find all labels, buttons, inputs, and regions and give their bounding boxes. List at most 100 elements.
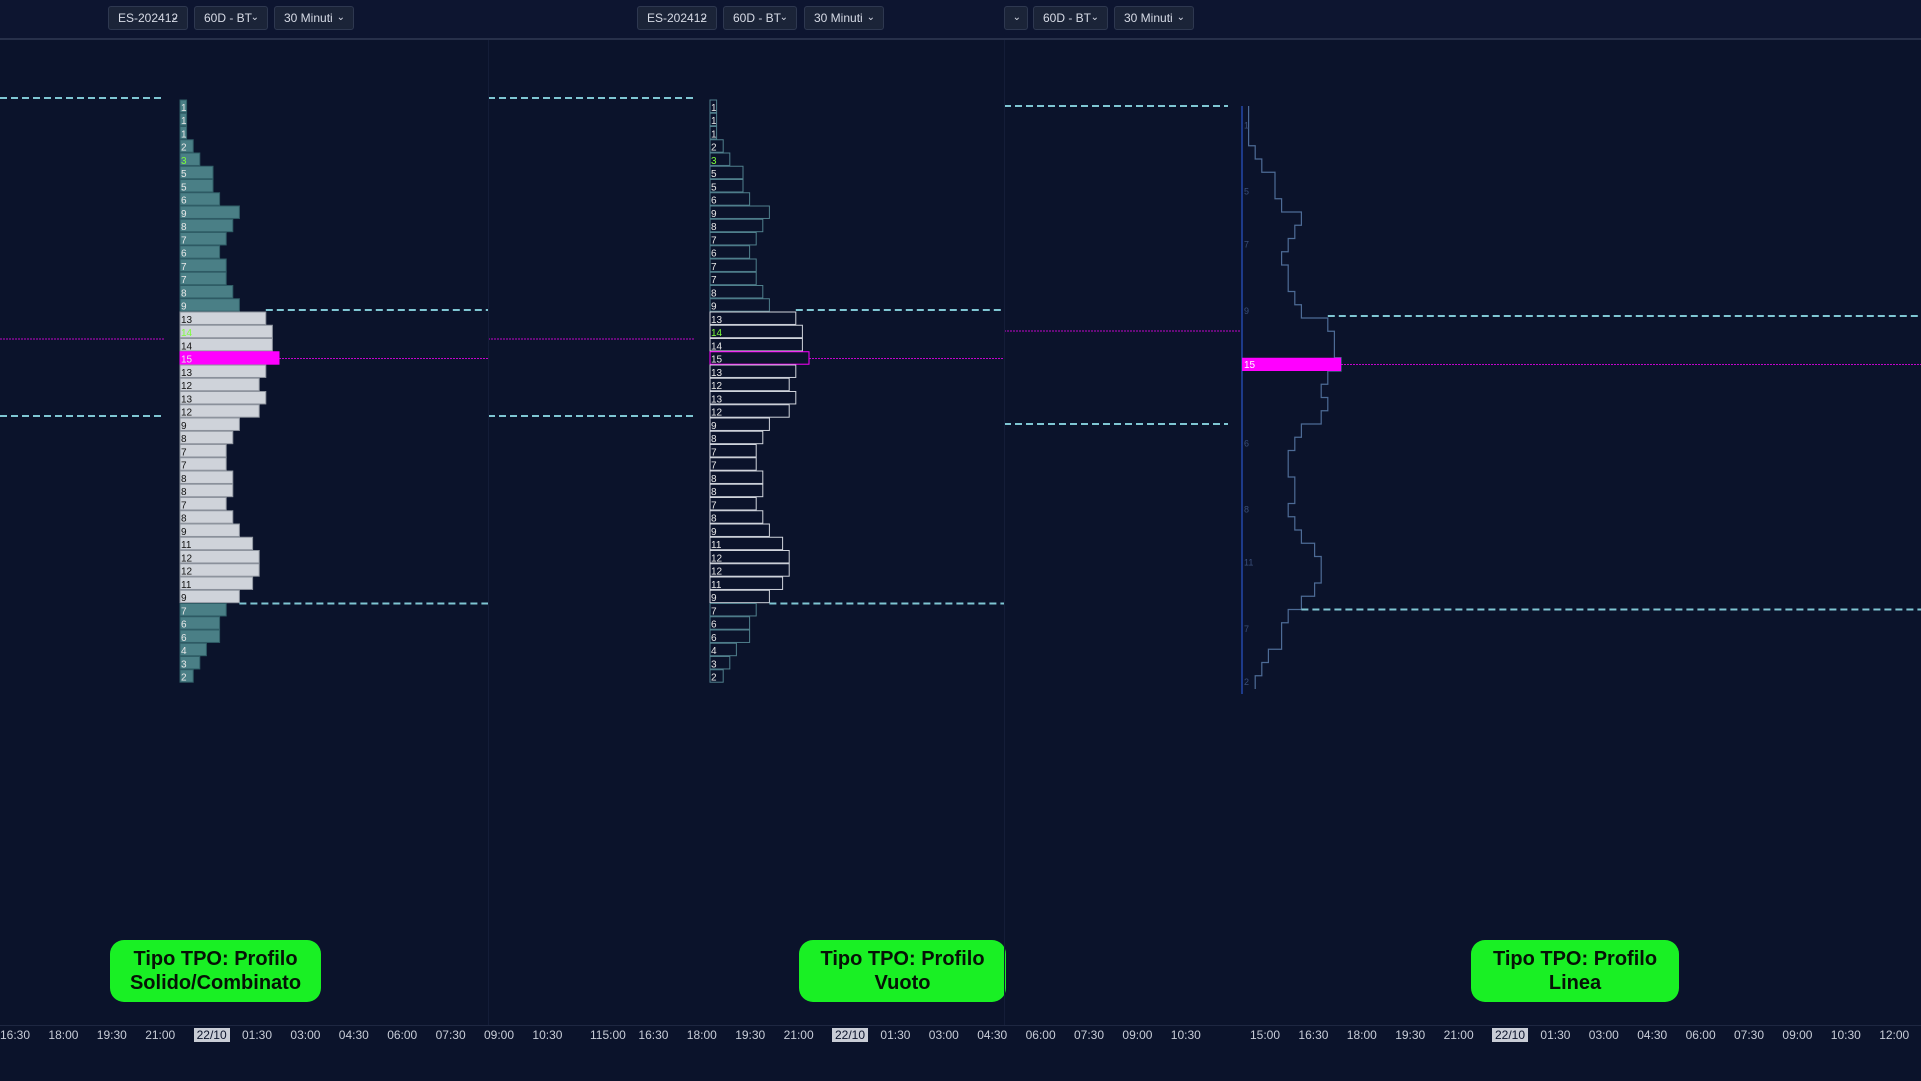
line-profile-label: 8 [1244,505,1249,515]
interval-dropdown-1[interactable]: 30 Minuti ⌄ [274,6,354,30]
tpo-bar [709,470,764,484]
time-axis-tick: 16:30 [0,1028,31,1042]
tpo-count-label: 11 [181,540,192,551]
tpo-count-label: 8 [711,514,717,525]
tpo-bar [709,483,764,498]
tpo-count-label: 7 [711,275,717,286]
tpo-count-label: 12 [711,553,723,564]
tpo-bar [179,510,234,524]
tpo-count-label: 11 [711,540,722,551]
tpo-count-label: 6 [711,620,717,631]
time-axis-tick: 19:30 [1395,1028,1426,1042]
tpo-count-label: 7 [181,461,187,472]
interval-dropdown-3[interactable]: 30 Minuti ⌄ [1114,6,1194,30]
tpo-bar [709,298,770,312]
tpo-count-label: 9 [181,302,187,313]
time-axis-tick: 01:30 [880,1028,911,1042]
period-dropdown-1[interactable]: 60D - BT ⌄ [194,6,268,30]
tpo-bar [709,457,757,471]
time-axis-tick: 21:00 [145,1028,176,1042]
tpo-count-label: 7 [181,262,187,273]
chevron-down-icon: ⌄ [250,12,259,23]
tpo-bar [709,589,770,604]
tpo-count-label: 15 [711,355,723,366]
caption-solid-line1: Tipo TPO: Profilo [133,948,298,970]
time-axis-tick: 21:00 [1443,1028,1474,1042]
tpo-count-label: 9 [711,593,717,604]
period-value-1: 60D - BT [204,11,253,25]
tpo-count-label: 3 [711,156,717,167]
tpo-bar [179,351,280,365]
profile-outline [1248,106,1342,689]
time-axis-tick: 06:00 [1025,1028,1056,1042]
tpo-chart-line[interactable]: 151579681172 [1004,40,1921,1025]
tpo-bar [709,232,757,246]
period-value-3: 60D - BT [1043,11,1092,25]
tpo-bar [179,364,267,378]
tpo-bar [179,470,234,484]
period-dropdown-3[interactable]: 60D - BT ⌄ [1033,6,1108,30]
period-dropdown-2[interactable]: 60D - BT ⌄ [723,6,797,30]
tpo-count-label: 8 [181,474,187,485]
tpo-bar [179,391,267,405]
tpo-count-label: 8 [711,288,717,299]
tpo-count-label: 9 [181,421,187,432]
line-profile-label: 5 [1244,187,1249,197]
tpo-bar [179,497,227,511]
tpo-count-label: 1 [181,103,187,114]
time-axis-tick: 09:00 [484,1028,515,1042]
time-axis-tick: 07:30 [1734,1028,1765,1042]
tpo-bar [709,497,757,511]
caption-line-line2: Linea [1548,972,1602,994]
tpo-count-label: 7 [181,275,187,286]
caption-line-line1: Tipo TPO: Profilo [1492,948,1658,970]
tpo-count-label: 8 [711,474,717,485]
tpo-count-label: 7 [711,235,717,246]
caption-hollow-line2: Vuoto [874,972,931,994]
tpo-count-label: 6 [181,196,187,207]
interval-dropdown-2[interactable]: 30 Minuti ⌄ [804,6,884,30]
tpo-count-label: 7 [711,500,717,511]
tpo-bar [709,391,797,405]
tpo-count-label: 12 [711,567,723,578]
time-axis-tick: 04:30 [338,1028,369,1042]
caption-solid-line2: Solido/Combinato [129,972,302,994]
tpo-bar [179,205,240,219]
tpo-count-label: 1 [181,129,187,140]
tpo-bar [179,523,240,537]
time-axis-tick: 03:00 [290,1028,321,1042]
tpo-count-label: 12 [181,408,193,419]
symbol-dropdown-1[interactable]: ES-202412 ⌄ [108,6,188,30]
caption-line-profile: Tipo TPO: Profilo Linea [1471,940,1679,1002]
tpo-count-label: 14 [711,341,723,352]
tpo-bar [709,510,764,524]
tpo-chart-solid[interactable]: 1112355698767789131414151312131298778878… [0,40,488,1025]
symbol-dropdown-3[interactable]: ⌄ [1004,6,1028,30]
tpo-bar [179,457,227,471]
time-axis[interactable] [0,1025,1921,1081]
tpo-count-label: 6 [181,620,187,631]
line-profile-label: 2 [1244,677,1249,687]
tpo-count-label: 13 [181,315,193,326]
tpo-bar [709,444,757,458]
time-axis-tick: 06:00 [1685,1028,1716,1042]
symbol-dropdown-2[interactable]: ES-202412 ⌄ [637,6,717,30]
tpo-count-label: 5 [181,169,187,180]
tpo-count-label: 6 [711,249,717,260]
tpo-bar [709,603,757,617]
tpo-count-label: 12 [181,381,193,392]
line-profile-label: 1 [1244,120,1249,130]
chevron-down-icon: ⌄ [866,12,875,23]
tpo-chart-hollow[interactable]: 1112355698767789131414151312131298778878… [488,40,1004,1025]
tpo-bar [179,603,227,617]
tpo-bar [709,324,803,339]
tpo-bar [179,338,273,352]
tpo-bar [709,218,764,233]
tpo-count-label: 9 [711,302,717,313]
tpo-count-label: 9 [711,527,717,538]
line-profile-label: 11 [1244,558,1253,568]
tpo-count-label: 5 [181,182,187,193]
time-axis-tick: 19:30 [735,1028,766,1042]
tpo-count-label: 2 [711,673,717,684]
interval-value-1: 30 Minuti [284,11,333,25]
